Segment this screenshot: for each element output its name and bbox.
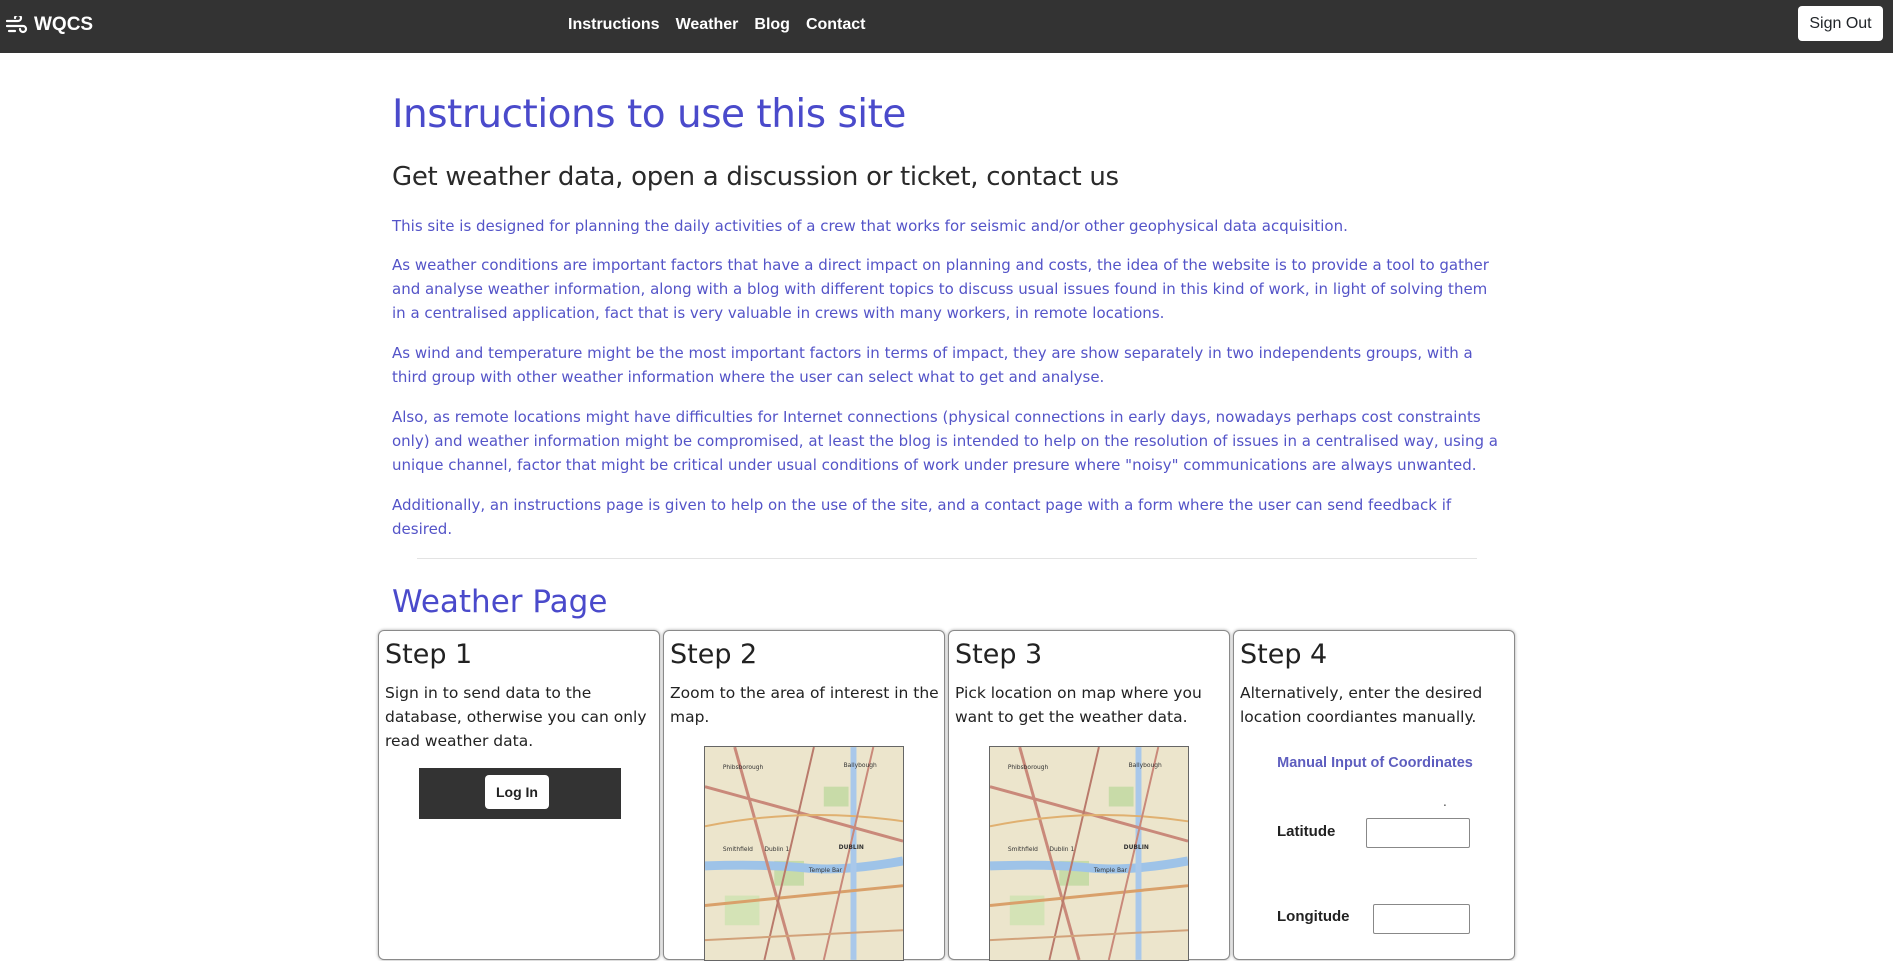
step-title: Step 1	[385, 639, 473, 670]
wind-icon	[6, 16, 28, 34]
step-card-4: Step 4 Alternatively, enter the desired …	[1233, 630, 1515, 960]
intro-paragraph-3: As wind and temperature might be the mos…	[392, 344, 1473, 386]
page-title: Instructions to use this site	[392, 92, 906, 137]
intro-paragraph-2: As weather conditions are important fact…	[392, 256, 1489, 322]
map-label: Phibsborough	[723, 764, 764, 771]
manual-input-title: Manual Input of Coordinates	[1277, 755, 1473, 771]
map-thumbnail[interactable]: Phibsborough Ballybough Smithfield Dubli…	[704, 746, 904, 961]
map-label: Temple Bar	[1093, 867, 1128, 874]
map-label: DUBLIN	[1124, 844, 1149, 851]
step-card-2: Step 2 Zoom to the area of interest in t…	[663, 630, 945, 961]
map-label: Dublin 1	[764, 846, 789, 853]
intro-paragraph-5: Additionally, an instructions page is gi…	[392, 496, 1452, 538]
login-panel: Log In	[419, 768, 621, 819]
step-title: Step 4	[1240, 639, 1328, 670]
top-navbar: WQCS Instructions Weather Blog Contact S…	[0, 0, 1893, 53]
step-description: Sign in to send data to the database, ot…	[385, 684, 647, 750]
brand-name: WQCS	[34, 14, 94, 35]
step-title: Step 2	[670, 639, 758, 670]
step-description: Alternatively, enter the desired locatio…	[1240, 684, 1483, 726]
step-title: Step 3	[955, 639, 1043, 670]
map-image: Phibsborough Ballybough Smithfield Dubli…	[705, 747, 903, 960]
map-label: Ballybough	[1129, 762, 1162, 769]
map-label: Temple Bar	[808, 867, 843, 874]
dot-mark: .	[1443, 795, 1447, 809]
map-label: Phibsborough	[1008, 764, 1049, 771]
brand-link[interactable]: WQCS	[6, 13, 93, 37]
log-in-button[interactable]: Log In	[485, 775, 549, 809]
longitude-label: Longitude	[1277, 908, 1350, 925]
nav-links: Instructions Weather Blog Contact	[568, 14, 882, 36]
sign-out-button[interactable]: Sign Out	[1798, 6, 1883, 41]
weather-section-title: Weather Page	[392, 584, 608, 620]
map-label: Smithfield	[723, 846, 753, 853]
section-divider	[417, 558, 1477, 559]
step-description: Pick location on map where you want to g…	[955, 684, 1202, 726]
nav-link-blog[interactable]: Blog	[754, 14, 790, 36]
latitude-label: Latitude	[1277, 823, 1336, 840]
longitude-input[interactable]	[1373, 904, 1470, 934]
intro-paragraph-4: Also, as remote locations might have dif…	[392, 408, 1498, 474]
latitude-input[interactable]	[1366, 818, 1470, 848]
step-card-1: Step 1 Sign in to send data to the datab…	[378, 630, 660, 960]
step-card-3: Step 3 Pick location on map where you wa…	[948, 630, 1230, 961]
page-subtitle: Get weather data, open a discussion or t…	[392, 162, 1119, 192]
nav-link-instructions[interactable]: Instructions	[568, 14, 660, 36]
nav-link-weather[interactable]: Weather	[676, 14, 739, 36]
nav-link-contact[interactable]: Contact	[806, 14, 866, 36]
map-label: Smithfield	[1008, 846, 1038, 853]
map-label: Ballybough	[844, 762, 877, 769]
map-thumbnail[interactable]: Phibsborough Ballybough Smithfield Dubli…	[989, 746, 1189, 961]
step-description: Zoom to the area of interest in the map.	[670, 684, 939, 726]
intro-paragraph-1: This site is designed for planning the d…	[392, 217, 1348, 235]
map-image: Phibsborough Ballybough Smithfield Dubli…	[990, 747, 1188, 960]
main-content: Instructions to use this site Get weathe…	[392, 90, 1512, 538]
map-label: Dublin 1	[1049, 846, 1074, 853]
map-label: DUBLIN	[839, 844, 864, 851]
